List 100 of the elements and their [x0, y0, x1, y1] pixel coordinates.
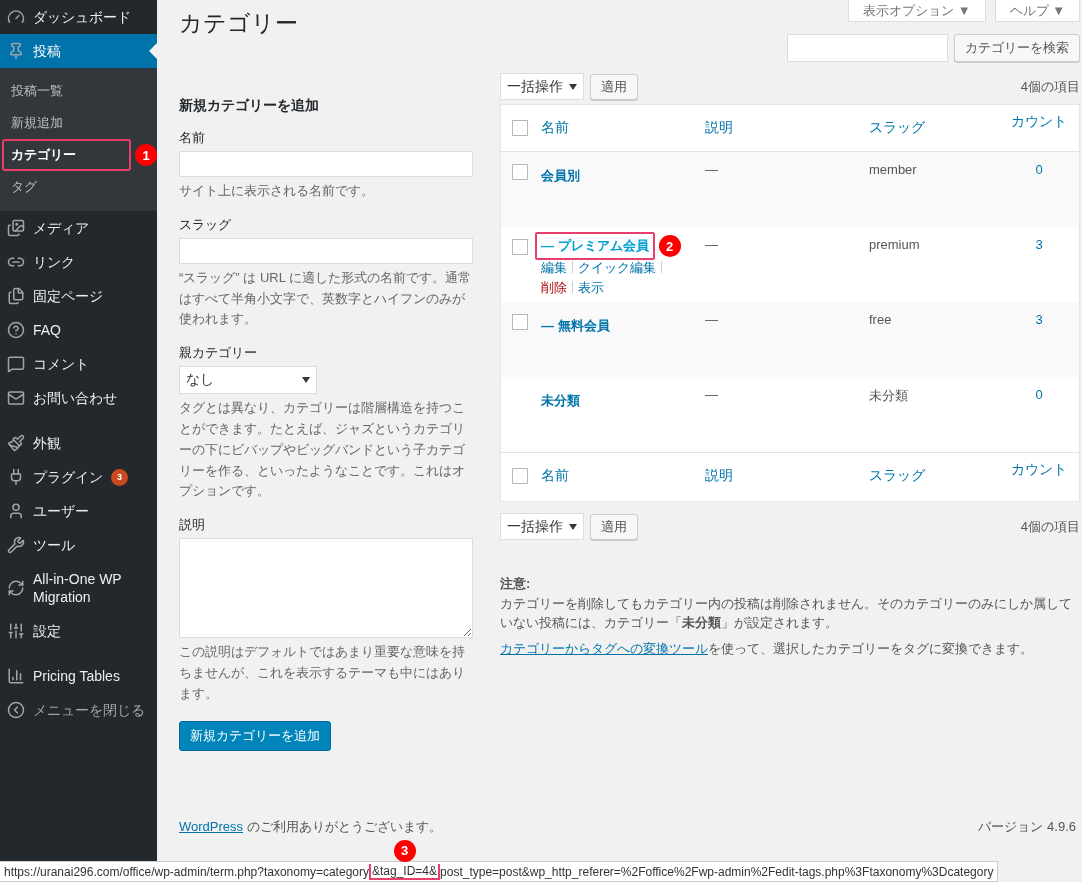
apply-button[interactable]: 適用 [590, 513, 638, 540]
description-cell: — [705, 162, 718, 177]
add-category-button[interactable]: 新規カテゴリーを追加 [179, 720, 331, 751]
field-label: 親カテゴリー [179, 344, 258, 363]
menu-item[interactable]: メディア [0, 211, 157, 245]
notice-text: カテゴリーからタグへの変換ツールを使って、選択したカテゴリーをタグに変換できます。 [500, 639, 1034, 658]
slug-cell: premium [869, 237, 920, 252]
paintbrush-icon [7, 434, 25, 452]
description-cell: — [705, 387, 718, 402]
item-count: 4個の項目 [1020, 77, 1080, 96]
textarea-field[interactable] [179, 538, 473, 639]
submenu-item[interactable]: タグ [2, 171, 142, 203]
column-header[interactable]: 名前 [541, 119, 569, 137]
parent-select[interactable]: なし [179, 366, 317, 395]
bar-chart-icon [7, 667, 25, 685]
description-cell: — [705, 237, 718, 252]
pages-icon [7, 287, 25, 305]
screen-meta-button[interactable]: ヘルプ ▼ [994, 0, 1080, 22]
menu-item[interactable]: お問い合わせ [0, 381, 157, 415]
field-label: 説明 [179, 516, 206, 535]
menu-item[interactable]: プラグイン 3 [0, 460, 157, 494]
search-field[interactable] [787, 34, 948, 62]
help-text: “スラッグ” は URL に適した形式の名前です。通常はすべて半角小文字で、英数字とハイフンのみが使われます。 [179, 268, 473, 329]
wordpress-link[interactable]: WordPress [179, 819, 244, 834]
caret-icon [302, 377, 310, 384]
bulk-action-select[interactable]: 一括操作 [500, 73, 584, 100]
count-link[interactable]: 3 [1035, 312, 1043, 327]
column-header[interactable]: 説明 [705, 467, 733, 485]
row-checkbox[interactable] [512, 239, 528, 255]
status-url: post_type=post&wp_http_referer=%2Foffice%2Fwp-admin%2Fedit-tags.php%3Ftaxonomy%3Dcategory [440, 864, 994, 879]
select-all-checkbox[interactable] [512, 120, 528, 136]
row-action-link[interactable]: 編集 [541, 260, 567, 275]
row-checkbox[interactable] [512, 314, 528, 330]
column-header[interactable]: カウント [1011, 461, 1067, 479]
menu-item[interactable]: 設定 [0, 614, 157, 648]
menu-item[interactable]: Pricing Tables [0, 659, 157, 693]
category-name-link[interactable]: 会員別 [535, 162, 586, 190]
category-name-link[interactable]: — 無料会員 [535, 312, 616, 340]
help-text: サイト上に表示される名前です。 [179, 182, 375, 200]
category-name-link[interactable]: 未分類 [535, 387, 586, 415]
row-action-link[interactable]: 削除 [541, 280, 567, 295]
help-icon [7, 321, 25, 339]
apply-button[interactable]: 適用 [590, 73, 638, 100]
menu-item[interactable]: コメント [0, 347, 157, 381]
description-cell: — [705, 312, 718, 327]
menu-item[interactable]: FAQ [0, 313, 157, 347]
gauge-icon [7, 8, 25, 26]
wrench-icon [7, 536, 25, 554]
user-icon [7, 502, 25, 520]
search-button[interactable]: カテゴリーを検索 [954, 34, 1080, 62]
column-header[interactable]: スラッグ [869, 119, 925, 137]
page-title: カテゴリー [179, 9, 298, 38]
menu-item[interactable]: All-in-One WP Migration [0, 562, 157, 614]
caret-icon [569, 523, 577, 530]
input-field[interactable] [179, 237, 473, 264]
notice-heading: 注意: [500, 575, 532, 593]
menu-item[interactable]: ダッシュボード [0, 0, 157, 34]
column-header[interactable]: 説明 [705, 119, 733, 137]
menu-item[interactable]: リンク [0, 245, 157, 279]
field-label: スラッグ [179, 215, 232, 234]
menu-item[interactable]: 投稿 [0, 34, 157, 68]
annotation-number: 1 [135, 144, 157, 166]
convert-tool-link[interactable]: カテゴリーからタグへの変換ツール [500, 640, 708, 656]
version-text: バージョン 4.9.6 [978, 818, 1076, 836]
item-count: 4個の項目 [1020, 517, 1080, 536]
caret-icon [569, 83, 577, 90]
row-action-link[interactable]: クイック編集 [578, 260, 656, 275]
menu-item[interactable]: ユーザー [0, 494, 157, 528]
count-link[interactable]: 0 [1035, 387, 1043, 402]
menu-item[interactable]: ツール [0, 528, 157, 562]
count-link[interactable]: 3 [1035, 237, 1043, 252]
submenu-item[interactable]: 投稿一覧 [2, 75, 142, 107]
column-header[interactable]: 名前 [541, 467, 569, 485]
row-action-link[interactable]: 表示 [578, 280, 604, 295]
row-checkbox[interactable] [512, 164, 528, 180]
comment-icon [7, 355, 25, 373]
annotation-number: 2 [658, 235, 681, 257]
input-field[interactable] [179, 151, 473, 177]
menu-item[interactable]: メニューを閉じる [0, 693, 157, 727]
column-header[interactable]: スラッグ [869, 467, 925, 485]
refresh-icon [7, 579, 25, 597]
annotation-number: 3 [393, 839, 416, 862]
collapse-icon [7, 701, 25, 719]
help-text: この説明はデフォルトではあまり重要な意味を持ちませんが、これを表示するテーマも中にはあります。 [179, 643, 466, 703]
bulk-action-select[interactable]: 一括操作 [500, 513, 584, 540]
select-all-checkbox[interactable] [512, 468, 528, 484]
column-header[interactable]: カウント [1011, 113, 1067, 131]
submenu-item[interactable]: 新規追加 [2, 107, 142, 139]
count-badge: 3 [111, 468, 128, 486]
submenu-item[interactable]: カテゴリー [2, 139, 131, 171]
form-heading: 新規カテゴリーを追加 [179, 97, 320, 115]
pin-icon [7, 42, 25, 60]
menu-item[interactable]: 外観 [0, 426, 157, 460]
count-link[interactable]: 0 [1035, 162, 1043, 177]
screen-meta-button[interactable]: 表示オプション ▼ [848, 0, 986, 22]
mail-icon [7, 389, 25, 407]
notice-text: カテゴリーを削除してもカテゴリー内の投稿は削除されません。そのカテゴリーのみにしか属していない投稿には、カテゴリー「未分類」が設定されます。 [500, 594, 1073, 632]
images-icon [7, 219, 25, 237]
slug-cell: 未分類 [869, 388, 908, 403]
menu-item[interactable]: 固定ページ [0, 279, 157, 313]
